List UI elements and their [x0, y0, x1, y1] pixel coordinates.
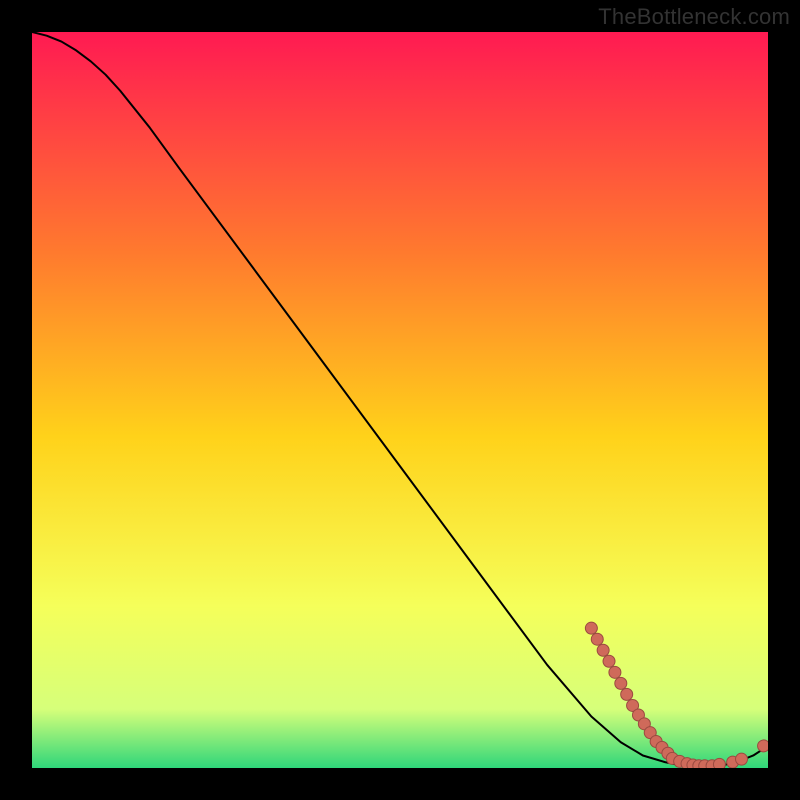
gradient-background — [32, 32, 768, 768]
chart-svg — [32, 32, 768, 768]
data-marker — [591, 633, 603, 645]
data-marker — [585, 622, 597, 634]
watermark-text: TheBottleneck.com — [598, 4, 790, 30]
data-marker — [758, 740, 768, 752]
chart-stage: TheBottleneck.com — [0, 0, 800, 800]
data-marker — [713, 758, 725, 768]
data-marker — [615, 677, 627, 689]
data-marker — [603, 655, 615, 667]
data-marker — [621, 688, 633, 700]
plot-area — [32, 32, 768, 768]
data-marker — [736, 753, 748, 765]
data-marker — [597, 644, 609, 656]
data-marker — [609, 666, 621, 678]
